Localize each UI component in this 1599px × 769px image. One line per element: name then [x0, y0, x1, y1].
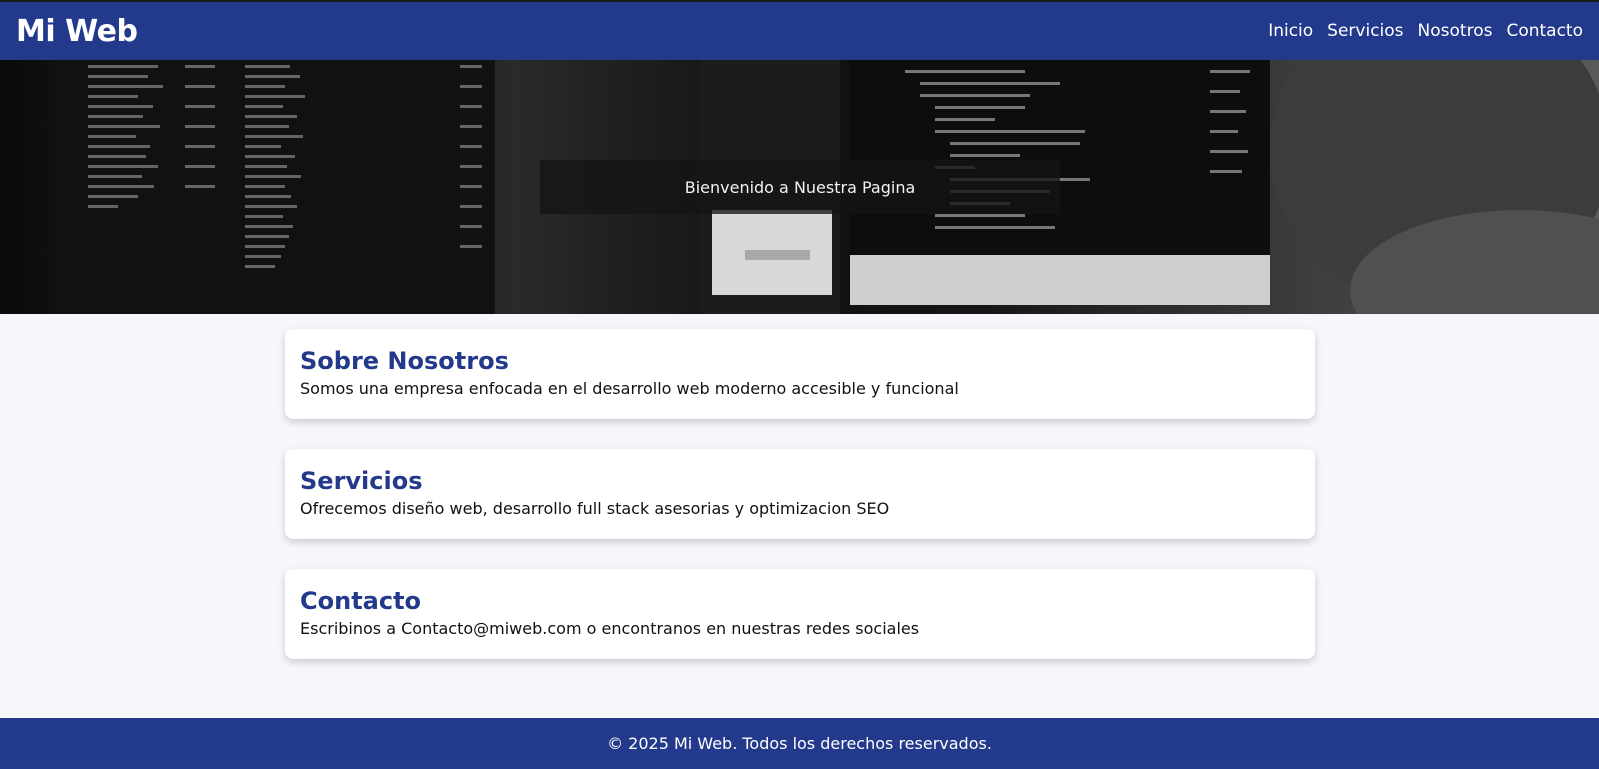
contact-card: Contacto Escribinos a Contacto@miweb.com…	[285, 569, 1315, 659]
nav-link-inicio[interactable]: Inicio	[1268, 21, 1313, 41]
contact-title: Contacto	[300, 587, 422, 615]
services-title: Servicios	[300, 467, 423, 495]
contact-text: Escribinos a Contacto@miweb.com o encont…	[300, 619, 920, 638]
site-footer: © 2025 Mi Web. Todos los derechos reserv…	[0, 718, 1599, 769]
about-card: Sobre Nosotros Somos una empresa enfocad…	[285, 329, 1315, 419]
nav-link-servicios[interactable]: Servicios	[1327, 21, 1403, 41]
services-text: Ofrecemos diseño web, desarrollo full st…	[300, 499, 890, 518]
footer-copyright: © 2025 Mi Web. Todos los derechos reserv…	[607, 734, 992, 753]
hero-section: Bienvenido a Nuestra Pagina	[0, 60, 1599, 314]
site-header: Mi Web Inicio Servicios Nosotros Contact…	[0, 2, 1599, 60]
hero-banner: Bienvenido a Nuestra Pagina	[540, 160, 1060, 214]
hero-title: Bienvenido a Nuestra Pagina	[684, 177, 916, 197]
main-nav: Inicio Servicios Nosotros Contacto	[1268, 21, 1583, 41]
site-logo[interactable]: Mi Web	[16, 14, 138, 49]
nav-link-contacto[interactable]: Contacto	[1506, 21, 1583, 41]
about-title: Sobre Nosotros	[300, 347, 509, 375]
services-card: Servicios Ofrecemos diseño web, desarrol…	[285, 449, 1315, 539]
nav-link-nosotros[interactable]: Nosotros	[1418, 21, 1493, 41]
about-text: Somos una empresa enfocada en el desarro…	[300, 379, 959, 398]
